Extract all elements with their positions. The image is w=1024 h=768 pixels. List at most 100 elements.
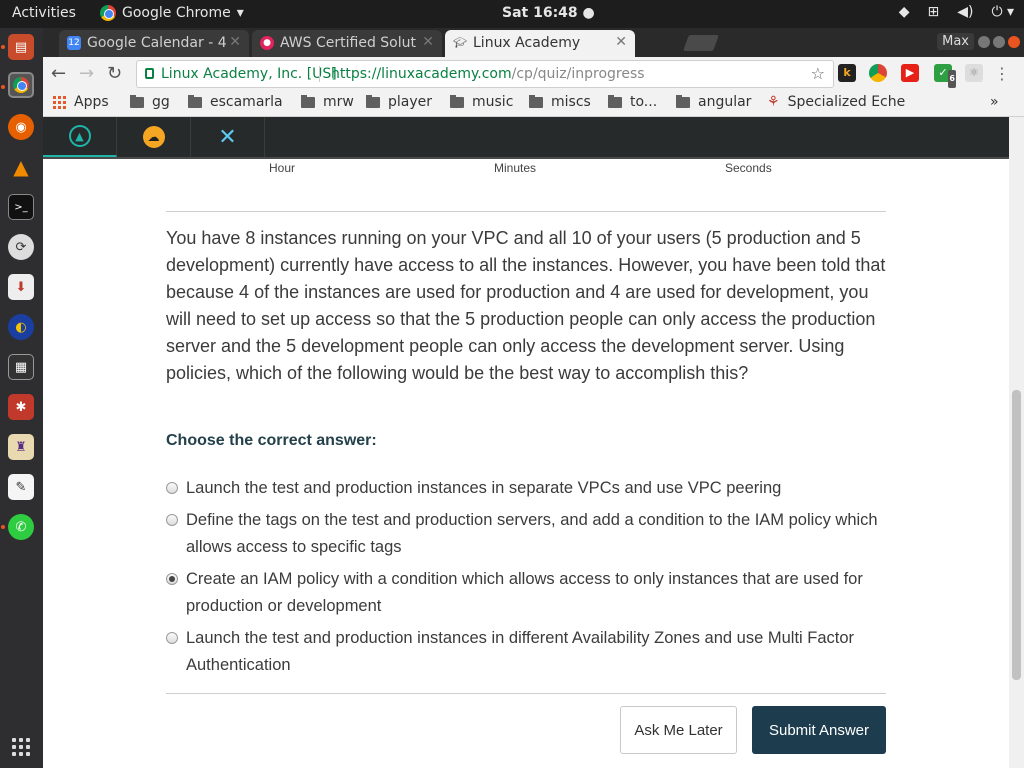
terminal-icon[interactable]: >_	[8, 194, 34, 220]
show-applications-icon[interactable]	[12, 738, 30, 756]
bookmark-link[interactable]: ⚘ Specialized Eche	[767, 94, 905, 110]
timer-hour-label: Hour	[269, 161, 296, 175]
tab-linux-academy[interactable]: 🎓︎ Linux Academy ✕	[445, 30, 635, 57]
extension-chrome-icon[interactable]	[869, 64, 887, 82]
system-top-bar: Activities Google Chrome ▾ Sat 16:48 ● ◆…	[0, 0, 1024, 28]
reload-button[interactable]: ↻	[107, 63, 122, 84]
volume-icon[interactable]: ◀)	[957, 4, 973, 20]
max-button[interactable]: Max	[937, 33, 974, 50]
answer-option-3[interactable]: Create an IAM policy with a condition wh…	[166, 566, 886, 620]
nav-home[interactable]: ▲	[43, 117, 117, 157]
new-tab-button[interactable]	[683, 35, 719, 51]
back-button[interactable]: ←	[51, 63, 66, 84]
minimize-button[interactable]	[978, 36, 990, 48]
nav-linux[interactable]: ✕	[191, 117, 265, 157]
apps-grid-icon	[53, 95, 66, 109]
system-tray[interactable]: ◆ ⊞ ◀) ⏻ ▾	[899, 4, 1014, 20]
close-icon[interactable]: ✕	[229, 34, 241, 50]
scrollbar-thumb[interactable]	[1012, 390, 1021, 680]
vlc-icon[interactable]: ▲	[8, 154, 34, 180]
dropbox-icon[interactable]: ◆	[899, 4, 910, 20]
download-manager-icon[interactable]: ⬇	[8, 274, 34, 300]
folder-icon	[188, 94, 202, 108]
page-content: ▲ ☁ ✕ Hour Minutes Seconds You have 8 in…	[43, 117, 1009, 768]
linux-logo-icon: ✕	[218, 124, 237, 150]
app-menu-label: Google Chrome	[122, 5, 231, 21]
bookmark-label: music	[472, 94, 514, 110]
url-text[interactable]: https://linuxacademy.com/cp/quiz/inprogr…	[331, 66, 645, 82]
forward-button[interactable]: →	[79, 63, 94, 84]
calendar-icon: 12	[67, 36, 81, 50]
app-icon[interactable]: ♜	[8, 434, 34, 460]
shield-extension-icon[interactable]: ✓ 6	[934, 64, 956, 88]
radio-button-selected[interactable]	[166, 573, 178, 585]
ask-me-later-button[interactable]: Ask Me Later	[620, 706, 737, 754]
video-editor-icon[interactable]: ▦	[8, 354, 34, 380]
bookmark-folder[interactable]: angular	[676, 94, 751, 110]
close-icon[interactable]: ✕	[422, 34, 434, 50]
tab-google-calendar[interactable]: 12 Google Calendar - 4 ✕	[59, 30, 249, 57]
activities-button[interactable]: Activities	[12, 5, 76, 21]
app-navbar: ▲ ☁ ✕	[43, 117, 1009, 159]
folder-icon	[366, 94, 380, 108]
graduation-cap-icon: ▲	[68, 125, 91, 147]
bookmarks-overflow-icon[interactable]: »	[990, 94, 999, 110]
divider	[319, 66, 320, 82]
chrome-dock-icon[interactable]	[8, 72, 34, 98]
graduation-cap-icon: 🎓︎	[453, 36, 467, 49]
nav-cloud[interactable]: ☁	[117, 117, 191, 157]
page-scrollbar[interactable]	[1009, 117, 1024, 768]
bookmark-folder[interactable]: escamarla	[188, 94, 283, 110]
browser-toolbar: ← → ↻ Linux Academy, Inc. [US] https://l…	[43, 57, 1024, 91]
bookmark-folder[interactable]: music	[450, 94, 513, 110]
lock-icon	[145, 68, 154, 79]
tab-aws-certified[interactable]: ● AWS Certified Solut ✕	[252, 30, 442, 57]
folder-icon	[529, 94, 543, 108]
running-indicator	[1, 45, 5, 49]
clock[interactable]: Sat 16:48 ●	[502, 5, 595, 21]
bookmark-label: gg	[152, 94, 170, 110]
answer-option-2[interactable]: Define the tags on the test and producti…	[166, 507, 886, 561]
app-icon[interactable]: ◐	[8, 314, 34, 340]
menu-kebab-icon[interactable]: ⋮	[994, 64, 1010, 83]
whatsapp-icon[interactable]: ✆	[8, 514, 34, 540]
react-extension-icon[interactable]: ⚛	[965, 64, 983, 82]
youtube-extension-icon[interactable]: ▶	[901, 64, 919, 82]
bookmark-apps[interactable]: Apps	[53, 94, 109, 110]
bookmark-label: miscs	[551, 94, 591, 110]
bookmark-folder[interactable]: gg	[130, 94, 170, 110]
bookmark-folder[interactable]: miscs	[529, 94, 591, 110]
cloud-icon: ☁	[142, 126, 165, 148]
maximize-button[interactable]	[993, 36, 1005, 48]
power-icon[interactable]: ⏻ ▾	[991, 4, 1014, 20]
radio-button[interactable]	[166, 482, 178, 494]
window-controls	[978, 36, 1020, 48]
running-indicator	[1, 85, 5, 89]
answer-option-4[interactable]: Launch the test and production instances…	[166, 625, 886, 679]
launcher-dock: ▤ ◉ ▲ >_ ⟳ ⬇ ◐ ▦ ✱ ♜ ✎ ✆	[0, 28, 43, 768]
window-close-button[interactable]	[1008, 36, 1020, 48]
bookmark-folder[interactable]: player	[366, 94, 432, 110]
close-icon[interactable]: ✕	[615, 34, 627, 50]
chrome-icon	[100, 5, 116, 21]
software-updater-icon[interactable]: ⟳	[8, 234, 34, 260]
bookmark-star-icon[interactable]: ☆	[811, 64, 825, 83]
choose-answer-heading: Choose the correct answer:	[166, 432, 377, 449]
address-bar[interactable]: Linux Academy, Inc. [US] https://linuxac…	[136, 60, 834, 88]
site-identity[interactable]: Linux Academy, Inc. [US]	[161, 66, 337, 82]
app-menu[interactable]: Google Chrome ▾	[100, 5, 244, 21]
network-icon[interactable]: ⊞	[927, 4, 939, 20]
radio-button[interactable]	[166, 514, 178, 526]
files-icon[interactable]: ▤	[8, 34, 34, 60]
settings-tools-icon[interactable]: ✱	[8, 394, 34, 420]
firefox-icon[interactable]: ◉	[8, 114, 34, 140]
radio-button[interactable]	[166, 632, 178, 644]
answer-option-1[interactable]: Launch the test and production instances…	[166, 475, 886, 502]
submit-answer-button[interactable]: Submit Answer	[752, 706, 886, 754]
bookmark-folder[interactable]: mrw	[301, 94, 354, 110]
extension-k-icon[interactable]: k	[838, 64, 856, 82]
tab-label: AWS Certified Solut	[280, 35, 416, 51]
bookmark-folder[interactable]: to...	[608, 94, 657, 110]
text-editor-icon[interactable]: ✎	[8, 474, 34, 500]
bookmark-label: angular	[698, 94, 752, 110]
